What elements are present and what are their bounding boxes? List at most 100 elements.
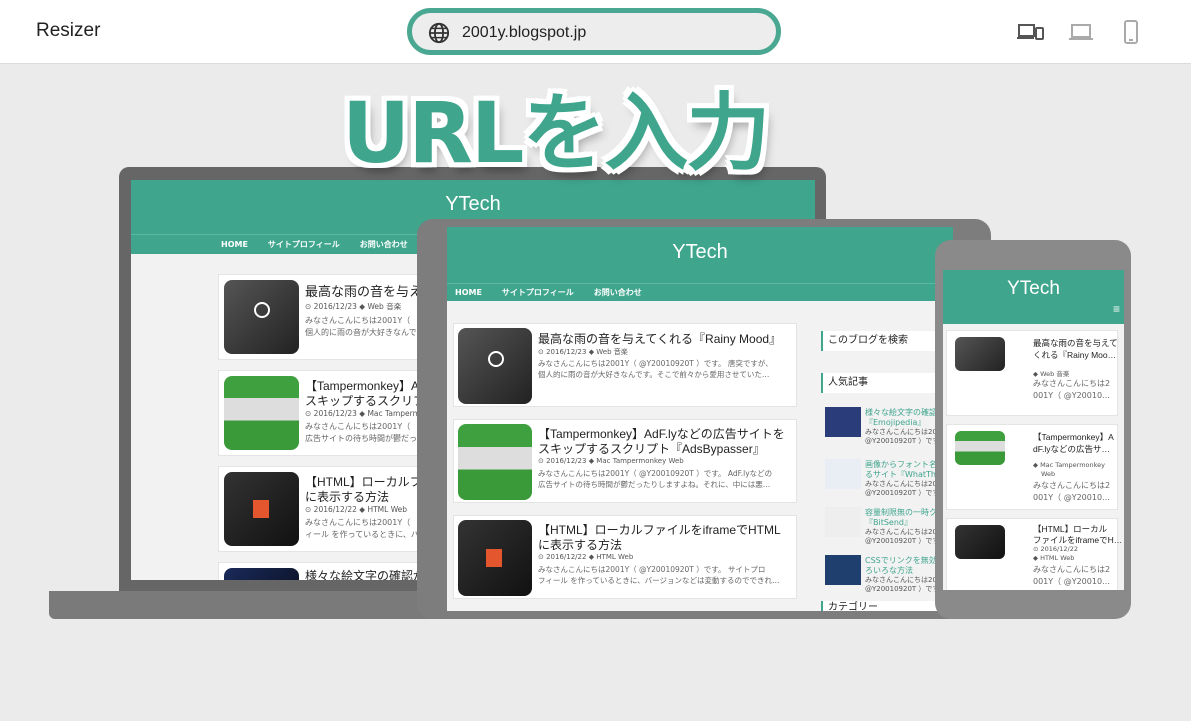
post-excerpt-line2: フィール を作っているときに、バージョンなどは変動するのでできれ… [538,576,780,585]
sidebar-thumbnail [825,555,861,585]
phone-icon [1124,20,1138,44]
clock-icon: ⊙ [538,553,547,561]
url-bar[interactable] [407,8,781,55]
post-excerpt: みなさんこんにちは2 [1033,379,1111,388]
post-date: 2016/12/23 [313,409,357,418]
phone-screen[interactable]: YTech ≡ 最高な雨の音を与えて くれる『Rainy Moo… ◆ Web … [943,270,1124,590]
post-title-line2[interactable]: スキップするスクリプ [305,392,425,409]
post-excerpt-line2: 個人的に雨の音が大好きなんです。そこで前々から愛用させていた… [538,370,770,379]
post-card[interactable]: 最高な雨の音を与えて ⊙ 2016/12/23 ◆ Web 音楽 みなさんこんに… [218,274,448,360]
site-header: YTech ≡ [943,270,1124,324]
post-card[interactable]: 様々な絵文字の確認が [218,562,448,580]
post-tags-line2: Web [1041,470,1056,478]
globe-icon [428,22,450,44]
post-tags: HTML Web [1040,554,1075,562]
post-title[interactable]: 【Tampermonkey】A [1033,431,1114,443]
nav-profile[interactable]: サイトプロフィール [268,239,340,250]
menu-icon[interactable]: ≡ [1113,302,1120,316]
post-thumbnail [224,280,299,354]
devices-icon [1017,24,1044,40]
post-thumbnail [955,337,1005,371]
post-tags: HTML Web [367,505,408,514]
html5-icon [486,548,503,567]
post-excerpt: みなさんこんにちは2001Y（ @Y20010920T ）です。 AdF.lyな… [538,469,773,478]
post-card[interactable]: 【HTML】ローカル ファイルをiframeでH… ⊙ 2016/12/22 ◆… [946,518,1122,590]
post-thumbnail [224,376,299,450]
post-date: 2016/12/23 [313,302,357,311]
post-title-line2[interactable]: スキップするスクリプト『AdsBypasser』 [538,440,765,457]
sidebar-popular-item[interactable]: 容量制限無の一時ク 『BitSend』 みなさんこんにちは200 @Y20010… [825,507,953,545]
post-card[interactable]: 最高な雨の音を与えてくれる『Rainy Mood』 ⊙ 2016/12/23 ◆… [453,323,797,407]
sidebar-popular-heading: 人気記事 [821,373,953,393]
clock-icon: ⊙ [305,302,314,311]
nav-contact[interactable]: お問い合わせ [594,287,642,298]
post-card[interactable]: 【HTML】ローカルファイルをiframeでHTML に表示する方法 ⊙ 201… [453,515,797,599]
sidebar-thumbnail [825,459,861,489]
sidebar-search-heading: このブログを検索 [821,331,953,351]
post-date: 2016/12/22 [1040,545,1078,553]
post-title-line2[interactable]: に表示する方法 [305,488,389,505]
sidebar-thumbnail [825,407,861,437]
post-card[interactable]: 【HTML】ローカルフ に表示する方法 ⊙ 2016/12/22 ◆ HTML … [218,466,448,552]
clock-icon: ⊙ [305,505,314,514]
phone-view-button[interactable] [1116,18,1146,46]
post-thumbnail [458,328,532,404]
post-tags: HTML Web [596,553,634,561]
play-icon [487,350,504,367]
post-tags: Web 音楽 [596,348,628,356]
url-input[interactable] [462,21,752,45]
post-title-line2[interactable]: くれる『Rainy Moo… [1033,349,1116,361]
html5-icon [252,500,269,519]
sidebar-popular-item[interactable]: 様々な絵文字の確認が 『Emojipedia』 みなさんこんにちは200 @Y2… [825,407,953,445]
laptop-icon [1069,24,1093,40]
post-date: 2016/12/23 [546,457,587,465]
clock-icon: ⊙ [1033,545,1041,553]
all-devices-button[interactable] [1015,18,1045,46]
post-excerpt-line2: 001Y（ @Y20010… [1033,391,1111,400]
post-thumbnail [458,520,532,596]
post-title-line2[interactable]: に表示する方法 [538,536,622,553]
site-title: YTech [445,193,501,215]
nav-home[interactable]: HOME [221,240,248,249]
sidebar-popular-item[interactable]: CSSでリンクを無効 ろいろな方法 みなさんこんにちは200 @Y2001092… [825,555,953,593]
post-tags: Mac Tampermo [367,409,425,418]
tablet-screen[interactable]: YTech HOME サイトプロフィール お問い合わせ 最高な雨の音を与えてくれ… [447,227,953,611]
post-excerpt-line2: 001Y（ @Y20010… [1033,493,1111,502]
laptop-view-button[interactable] [1066,18,1096,46]
post-card[interactable]: 【Tampermonkey】A スキップするスクリプ ⊙ 2016/12/23 … [218,370,448,456]
top-bar: Resizer [0,0,1191,64]
post-thumbnail [458,424,532,500]
post-thumbnail [224,472,299,546]
post-title[interactable]: 様々な絵文字の確認が [305,567,425,580]
post-card[interactable]: 【Tampermonkey】AdF.lyなどの広告サイトを スキップするスクリプ… [453,419,797,503]
nav-home[interactable]: HOME [455,288,482,297]
site-title: YTech [672,241,728,263]
post-excerpt-line2: 広告サイトの待ち時間が鬱だったりしますよね。それに、中には悪… [538,480,771,489]
post-tags: Web 音楽 [367,302,402,311]
post-thumbnail [224,568,299,580]
site-header: YTech [447,227,953,283]
post-card[interactable]: 最高な雨の音を与えて くれる『Rainy Moo… ◆ Web 音楽 みなさんこ… [946,330,1118,416]
post-thumbnail [955,431,1005,465]
post-date: 2016/12/23 [546,348,587,356]
sidebar-category-heading: カテゴリー [821,601,953,611]
clock-icon: ⊙ [538,348,547,356]
post-excerpt: みなさんこんにちは2001Y（ @Y20010920T ）です。 サイトプロ [538,565,766,574]
post-title-line2[interactable]: dF.lyなどの広告サ… [1033,443,1110,455]
app-title: Resizer [36,20,101,41]
play-icon [254,302,270,319]
post-tags: Mac Tampermonkey [1040,461,1106,469]
post-title[interactable]: 最高な雨の音を与えてくれる『Rainy Mood』 [538,330,781,347]
nav-contact[interactable]: お問い合わせ [360,239,408,250]
clock-icon: ⊙ [538,457,547,465]
post-excerpt: みなさんこんにちは2 [1033,481,1111,490]
post-title[interactable]: 最高な雨の音を与えて [1033,337,1118,349]
post-tags: Mac Tampermonkey Web [596,457,684,465]
post-card[interactable]: 【Tampermonkey】A dF.lyなどの広告サ… ◆ Mac Tampe… [946,424,1118,510]
post-date: 2016/12/22 [546,553,587,561]
post-excerpt: みなさんこんにちは2 [1033,565,1111,574]
clock-icon: ⊙ [305,409,314,418]
sidebar-popular-item[interactable]: 画像からフォント名を るサイト『WhatThe みなさんこんにちは200 @Y2… [825,459,953,497]
nav-profile[interactable]: サイトプロフィール [502,287,574,298]
post-title[interactable]: 最高な雨の音を与えて [305,281,434,300]
